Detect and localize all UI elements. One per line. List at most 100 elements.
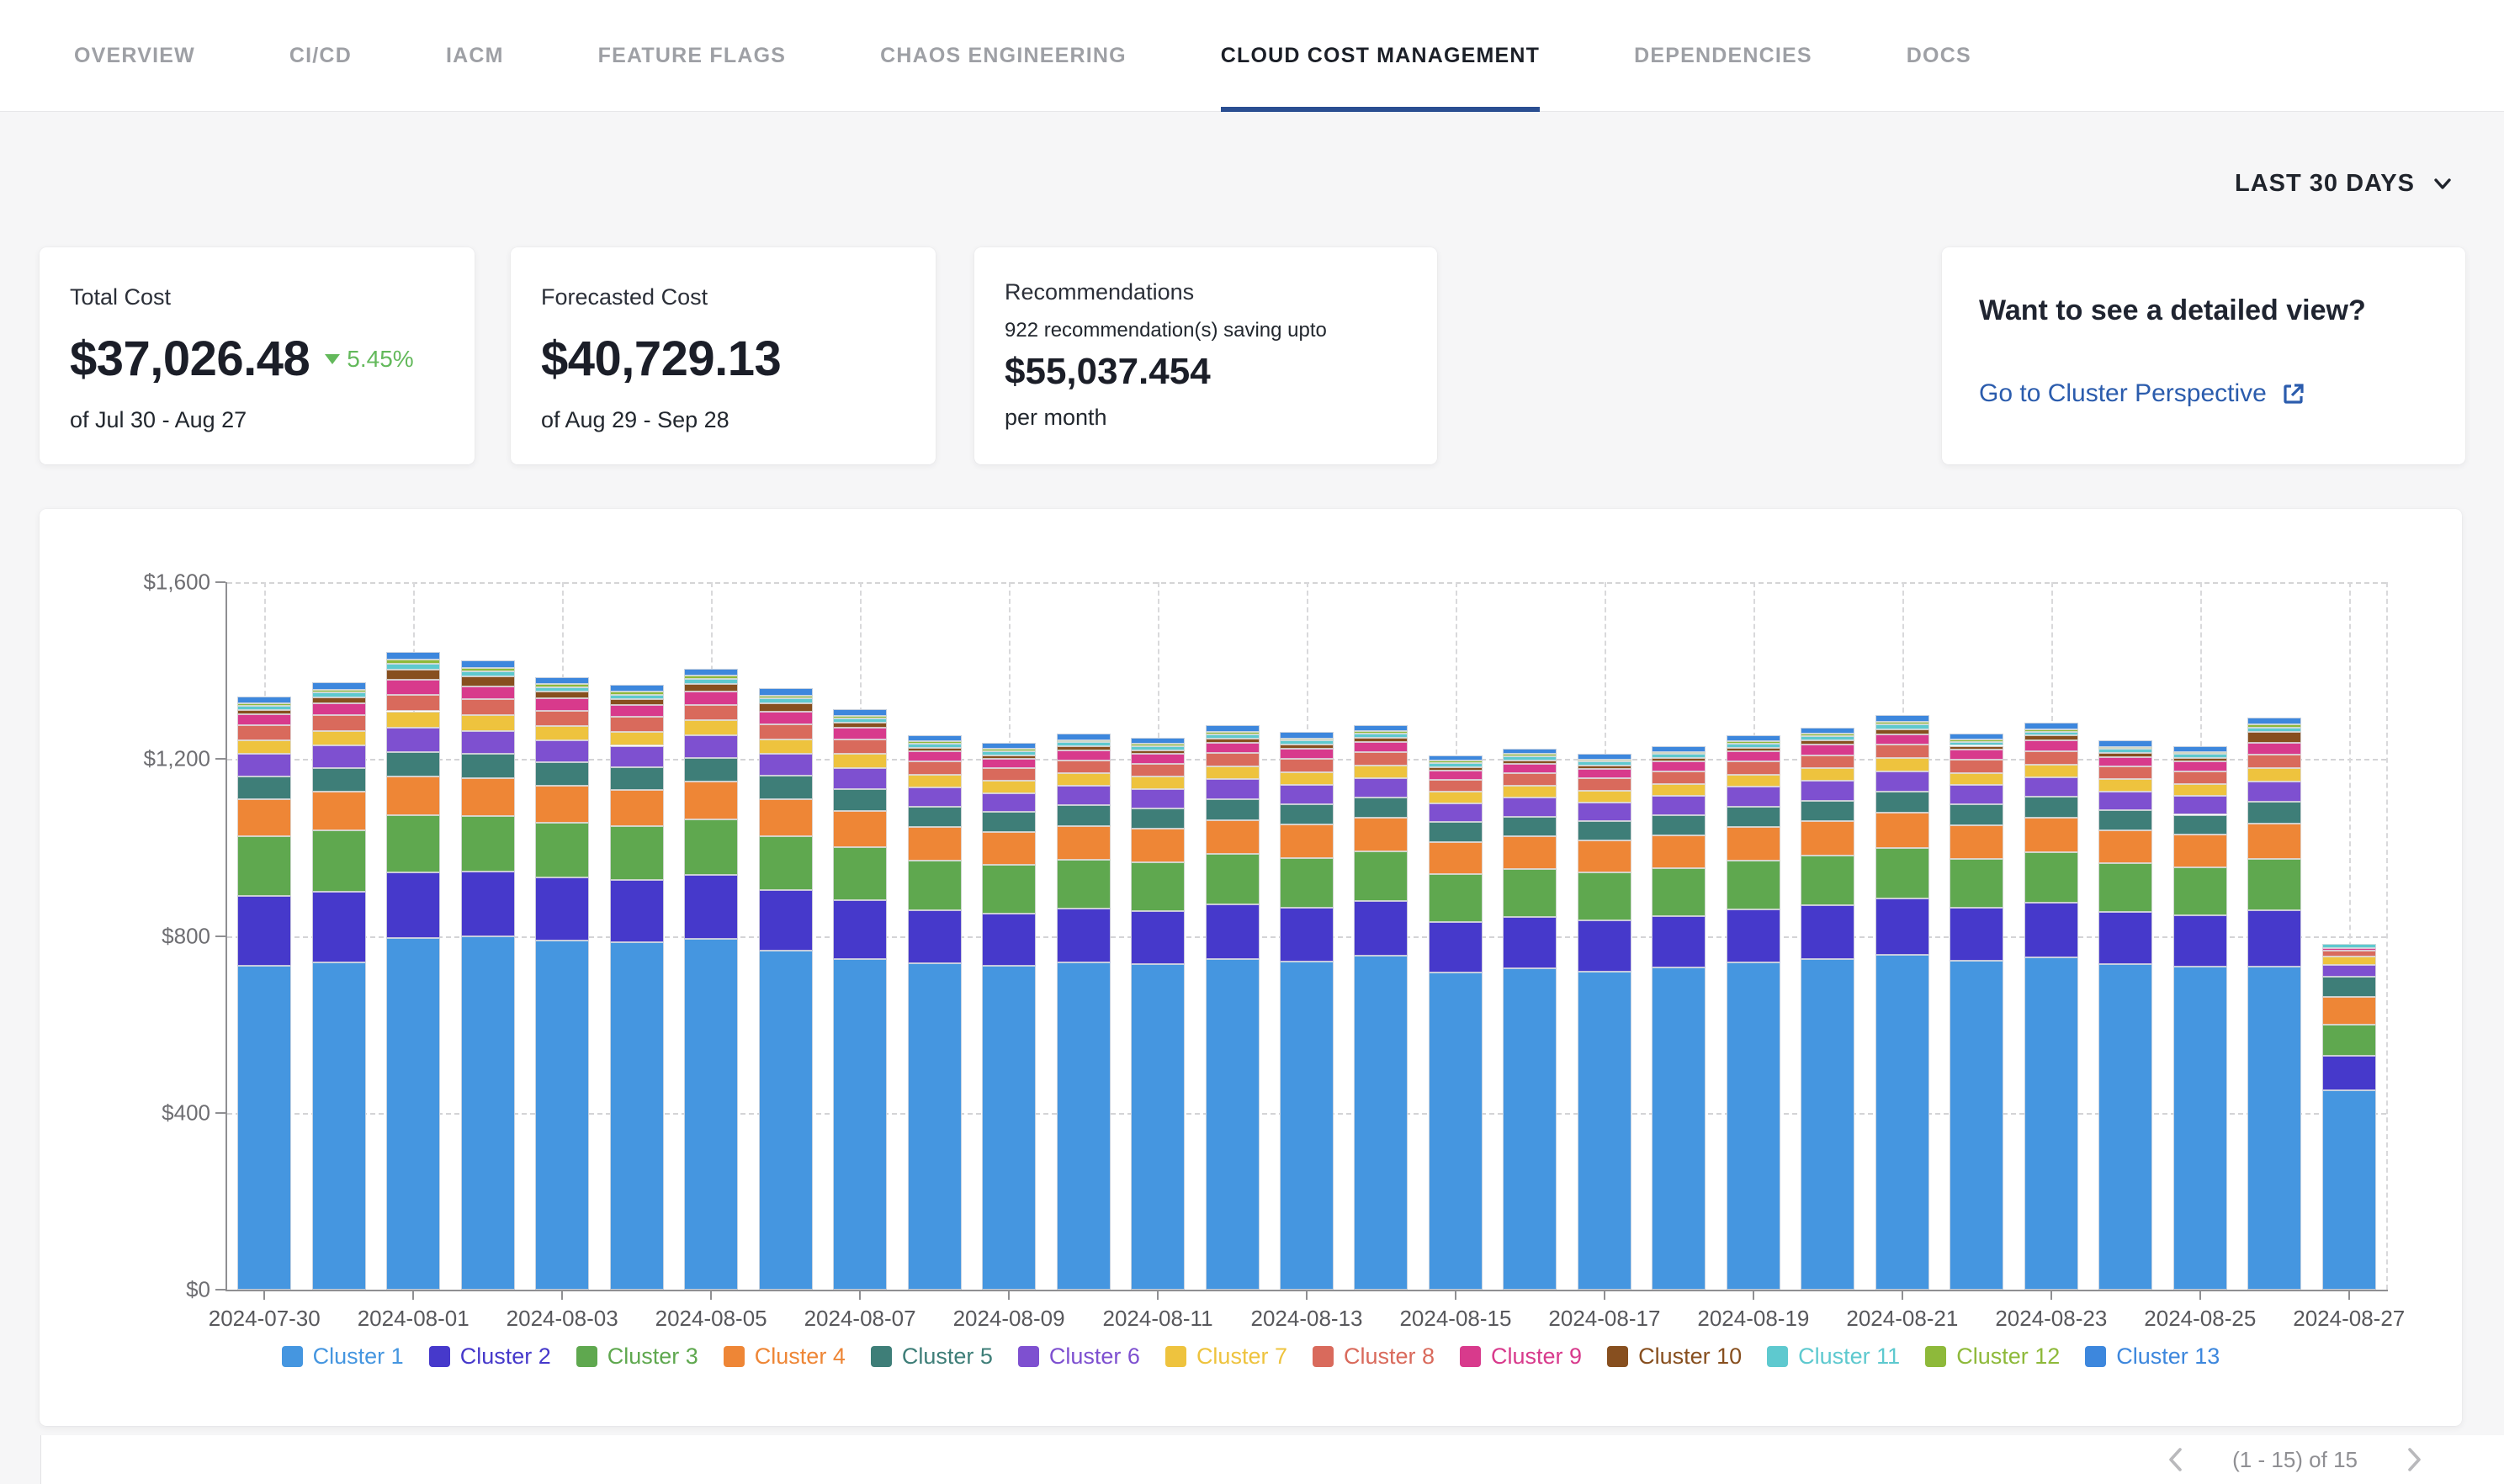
bar-segment-cluster-13[interactable] xyxy=(535,677,589,684)
bar-segment-cluster-13[interactable] xyxy=(2173,746,2227,752)
bar-segment-cluster-10[interactable] xyxy=(312,697,366,702)
bar-segment-cluster-3[interactable] xyxy=(1057,860,1111,909)
bar-segment-cluster-4[interactable] xyxy=(535,786,589,823)
bar-segment-cluster-11[interactable] xyxy=(535,687,589,692)
bar-segment-cluster-13[interactable] xyxy=(1727,735,1780,741)
bar-segment-cluster-1[interactable] xyxy=(1354,956,1408,1290)
bar-segment-cluster-10[interactable] xyxy=(1950,746,2003,750)
bar-segment-cluster-2[interactable] xyxy=(1280,908,1334,962)
bar-segment-cluster-13[interactable] xyxy=(1801,728,1854,734)
bar-segment-cluster-8[interactable] xyxy=(610,717,664,731)
bar-segment-cluster-7[interactable] xyxy=(684,720,738,735)
bar-segment-cluster-11[interactable] xyxy=(2098,749,2152,753)
bar-segment-cluster-4[interactable] xyxy=(1727,827,1780,861)
bar-segment-cluster-11[interactable] xyxy=(1131,746,1185,750)
bar-segment-cluster-4[interactable] xyxy=(1057,826,1111,860)
bar-segment-cluster-2[interactable] xyxy=(2024,903,2078,957)
bar-segment-cluster-12[interactable] xyxy=(610,692,664,694)
bar-segment-cluster-8[interactable] xyxy=(1280,759,1334,771)
legend-item-cluster-10[interactable]: Cluster 10 xyxy=(1607,1344,1742,1370)
bar-segment-cluster-3[interactable] xyxy=(1280,858,1334,908)
bar-segment-cluster-7[interactable] xyxy=(1503,786,1557,798)
bar-segment-cluster-1[interactable] xyxy=(1652,967,1706,1290)
bar-segment-cluster-13[interactable] xyxy=(1503,749,1557,755)
bar-segment-cluster-3[interactable] xyxy=(312,830,366,892)
bar-segment-cluster-9[interactable] xyxy=(1503,764,1557,773)
bar-segment-cluster-5[interactable] xyxy=(1652,815,1706,835)
bar-segment-cluster-12[interactable] xyxy=(759,696,813,699)
tab-overview[interactable]: OVERVIEW xyxy=(74,0,195,112)
bar-segment-cluster-1[interactable] xyxy=(1429,973,1483,1290)
bar-segment-cluster-11[interactable] xyxy=(1727,744,1780,748)
legend-item-cluster-9[interactable]: Cluster 9 xyxy=(1460,1344,1582,1370)
bar-segment-cluster-1[interactable] xyxy=(908,963,962,1290)
bar-segment-cluster-5[interactable] xyxy=(684,758,738,782)
bar-segment-cluster-2[interactable] xyxy=(386,872,440,938)
bar-segment-cluster-10[interactable] xyxy=(535,692,589,698)
bar-segment-cluster-4[interactable] xyxy=(2173,835,2227,867)
bar-segment-cluster-11[interactable] xyxy=(1578,761,1631,766)
bar-segment-cluster-7[interactable] xyxy=(461,715,515,731)
bar-segment-cluster-13[interactable] xyxy=(2247,718,2301,724)
bar-segment-cluster-9[interactable] xyxy=(1280,749,1334,759)
bar-segment-cluster-8[interactable] xyxy=(1801,755,1854,768)
bar-segment-cluster-2[interactable] xyxy=(1801,905,1854,959)
bar-segment-cluster-10[interactable] xyxy=(1206,739,1260,743)
bar-segment-cluster-6[interactable] xyxy=(1950,785,2003,804)
bar-segment-cluster-13[interactable] xyxy=(1429,755,1483,761)
bar-segment-cluster-4[interactable] xyxy=(1801,821,1854,855)
bar-segment-cluster-6[interactable] xyxy=(1429,803,1483,822)
bar-segment-cluster-7[interactable] xyxy=(312,731,366,745)
bar-segment-cluster-6[interactable] xyxy=(535,740,589,762)
bar-segment-cluster-6[interactable] xyxy=(1727,787,1780,806)
tab-cloud-cost-management[interactable]: CLOUD COST MANAGEMENT xyxy=(1221,0,1540,112)
bar-segment-cluster-11[interactable] xyxy=(1801,736,1854,740)
bar-segment-cluster-6[interactable] xyxy=(833,768,887,789)
bar-segment-cluster-3[interactable] xyxy=(461,816,515,872)
bar-segment-cluster-6[interactable] xyxy=(237,754,291,776)
bar-segment-cluster-2[interactable] xyxy=(535,877,589,941)
bar-segment-cluster-3[interactable] xyxy=(1503,869,1557,917)
bar-segment-cluster-2[interactable] xyxy=(1429,922,1483,973)
bar-segment-cluster-7[interactable] xyxy=(1429,792,1483,803)
tab-iacm[interactable]: IACM xyxy=(446,0,504,112)
bar-segment-cluster-3[interactable] xyxy=(1875,848,1929,898)
bar-segment-cluster-9[interactable] xyxy=(237,714,291,725)
bar-segment-cluster-2[interactable] xyxy=(610,880,664,942)
bar-segment-cluster-3[interactable] xyxy=(1652,868,1706,916)
bar-segment-cluster-8[interactable] xyxy=(1950,760,2003,772)
bar-segment-cluster-3[interactable] xyxy=(2024,852,2078,902)
bar-segment-cluster-1[interactable] xyxy=(1206,959,1260,1290)
bar-segment-cluster-9[interactable] xyxy=(1727,751,1780,761)
bar-segment-cluster-1[interactable] xyxy=(312,962,366,1290)
bar-segment-cluster-11[interactable] xyxy=(833,718,887,723)
bar-segment-cluster-8[interactable] xyxy=(461,699,515,715)
bar-segment-cluster-1[interactable] xyxy=(2024,957,2078,1290)
bar-segment-cluster-13[interactable] xyxy=(982,743,1036,749)
bar-segment-cluster-2[interactable] xyxy=(1354,901,1408,956)
bar-segment-cluster-13[interactable] xyxy=(1057,734,1111,739)
bar-segment-cluster-7[interactable] xyxy=(982,781,1036,793)
bar-segment-cluster-4[interactable] xyxy=(1131,829,1185,861)
bar-segment-cluster-3[interactable] xyxy=(982,865,1036,914)
bar-segment-cluster-9[interactable] xyxy=(982,759,1036,769)
bar-segment-cluster-6[interactable] xyxy=(908,787,962,807)
legend-item-cluster-3[interactable]: Cluster 3 xyxy=(576,1344,698,1370)
bar-segment-cluster-13[interactable] xyxy=(833,709,887,716)
bar-segment-cluster-7[interactable] xyxy=(1875,758,1929,771)
bar-segment-cluster-9[interactable] xyxy=(2247,743,2301,755)
bar-segment-cluster-13[interactable] xyxy=(1280,732,1334,738)
bar-segment-cluster-9[interactable] xyxy=(1801,745,1854,755)
bar-segment-cluster-12[interactable] xyxy=(386,660,440,664)
bar-segment-cluster-13[interactable] xyxy=(2098,740,2152,746)
bar-segment-cluster-5[interactable] xyxy=(1429,822,1483,841)
bar-segment-cluster-6[interactable] xyxy=(2322,965,2376,977)
bar-segment-cluster-4[interactable] xyxy=(1354,818,1408,851)
bar-segment-cluster-7[interactable] xyxy=(1652,784,1706,797)
bar-segment-cluster-7[interactable] xyxy=(908,775,962,787)
bar-segment-cluster-9[interactable] xyxy=(386,680,440,694)
bar-segment-cluster-10[interactable] xyxy=(1429,767,1483,771)
bar-segment-cluster-8[interactable] xyxy=(908,761,962,774)
bar-segment-cluster-13[interactable] xyxy=(312,682,366,690)
bar-segment-cluster-11[interactable] xyxy=(1652,754,1706,758)
